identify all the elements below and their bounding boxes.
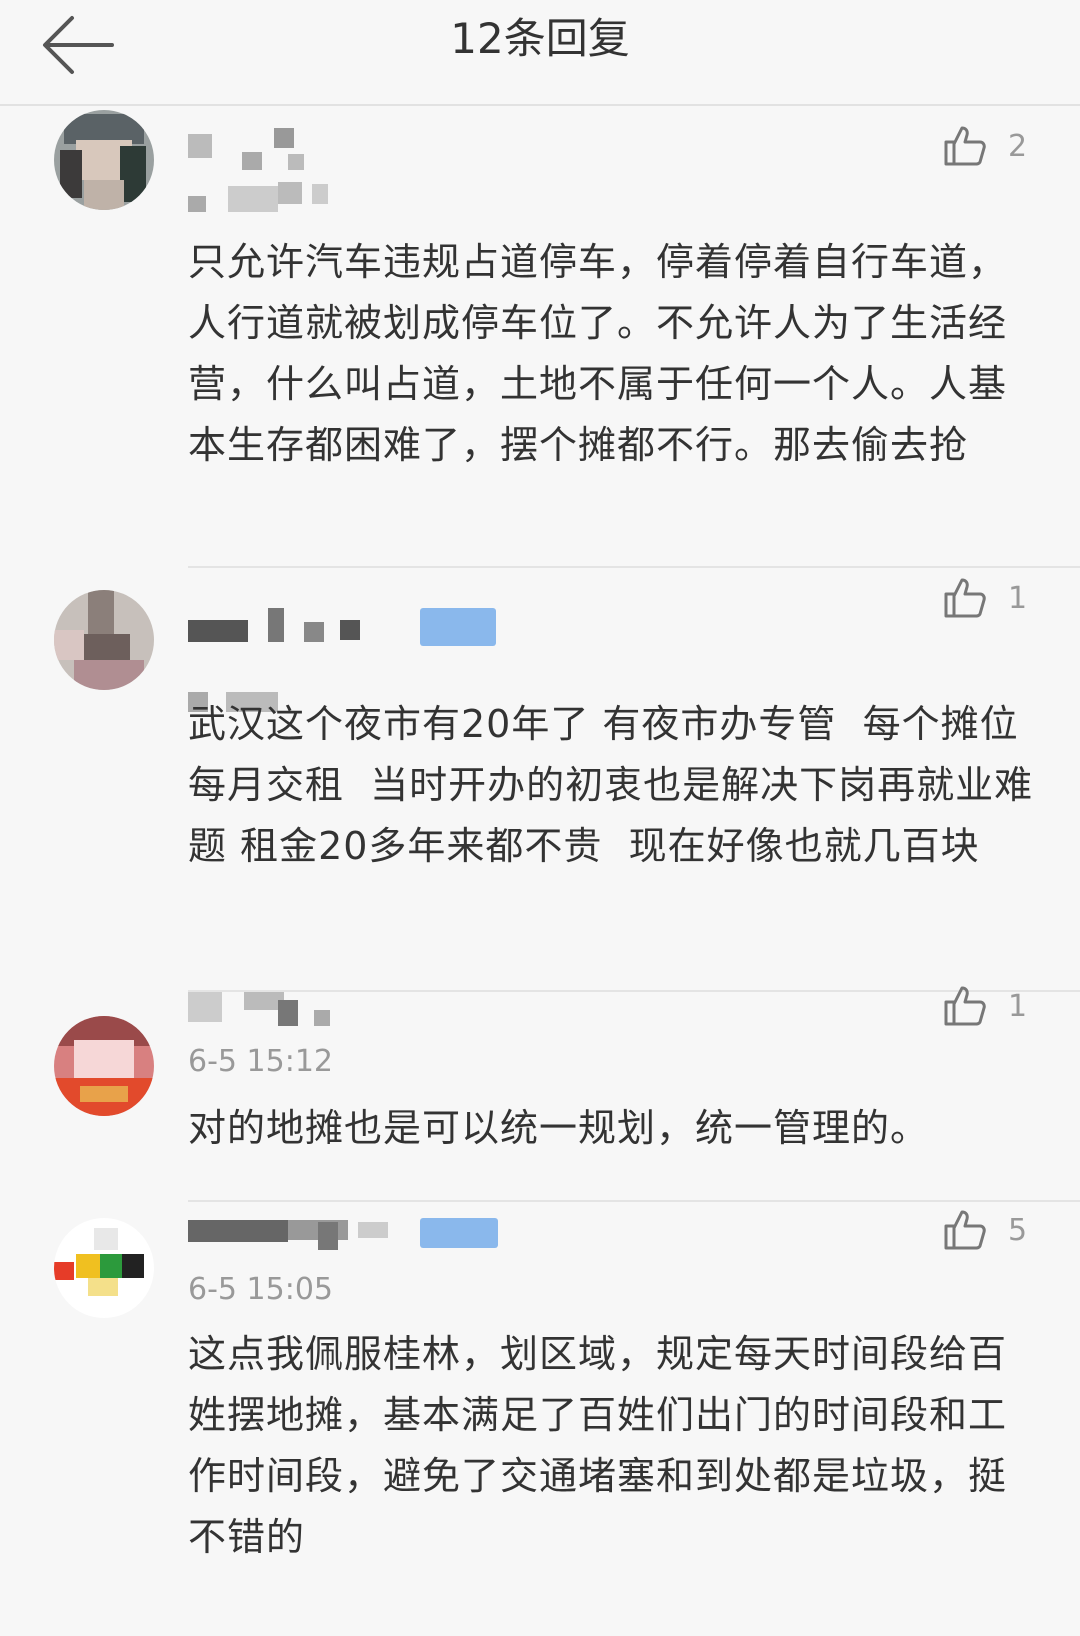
- username-blurred[interactable]: [188, 992, 348, 1042]
- like-count: 5: [1008, 1212, 1028, 1248]
- user-meta-blurred: [188, 182, 338, 212]
- thumbs-up-icon: [944, 986, 986, 1026]
- username-blurred[interactable]: [188, 604, 388, 654]
- like-button[interactable]: 2: [940, 118, 1050, 174]
- comment-item: 6-5 15:12 1 对的地摊也是可以统一规划，统一管理的。: [0, 986, 1080, 1200]
- thumbs-up-icon: [944, 1210, 986, 1250]
- avatar[interactable]: [54, 110, 154, 210]
- comment-item: 6-5 15:05 5 这点我佩服桂林，划区域，规定每天时间段给百姓摆地摊，基本…: [0, 1202, 1080, 1636]
- comment-text: 这点我佩服桂林，划区域，规定每天时间段给百姓摆地摊，基本满足了百姓们出门的时间段…: [188, 1332, 1008, 1559]
- thumbs-up-icon: [944, 578, 986, 618]
- comment-item: 2 只允许汽车违规占道停车，停着停着自行车道，人行道就被划成停车位了。不允许人为…: [0, 104, 1080, 566]
- timestamp: 6-5 15:05: [188, 1272, 333, 1307]
- avatar[interactable]: [54, 1218, 154, 1318]
- vip-badge: [420, 1218, 498, 1248]
- like-count: 1: [1008, 580, 1028, 616]
- page-title: 12条回复: [450, 14, 630, 63]
- comment-text: 武汉这个夜市有20年了 有夜市办专管 每个摊位每月交租 当时开办的初衷也是解决下…: [188, 702, 1034, 868]
- thumbs-up-icon: [944, 126, 986, 166]
- comment-item: 1 武汉这个夜市有20年了 有夜市办专管 每个摊位每月交租 当时开办的初衷也是解…: [0, 568, 1080, 988]
- like-button[interactable]: 1: [940, 978, 1050, 1034]
- avatar[interactable]: [54, 590, 154, 690]
- top-bar: 12条回复: [0, 0, 1080, 106]
- avatar[interactable]: [54, 1016, 154, 1116]
- like-button[interactable]: 1: [940, 570, 1050, 626]
- timestamp: 6-5 15:12: [188, 1044, 333, 1079]
- vip-badge: [420, 608, 496, 646]
- comment-text: 只允许汽车违规占道停车，停着停着自行车道，人行道就被划成停车位了。不允许人为了生…: [188, 240, 1008, 467]
- like-count: 2: [1008, 128, 1028, 164]
- username-blurred[interactable]: [188, 1210, 408, 1260]
- like-button[interactable]: 5: [940, 1202, 1050, 1258]
- like-count: 1: [1008, 988, 1028, 1024]
- comment-text: 对的地摊也是可以统一规划，统一管理的。: [188, 1106, 930, 1150]
- username-blurred[interactable]: [188, 124, 338, 174]
